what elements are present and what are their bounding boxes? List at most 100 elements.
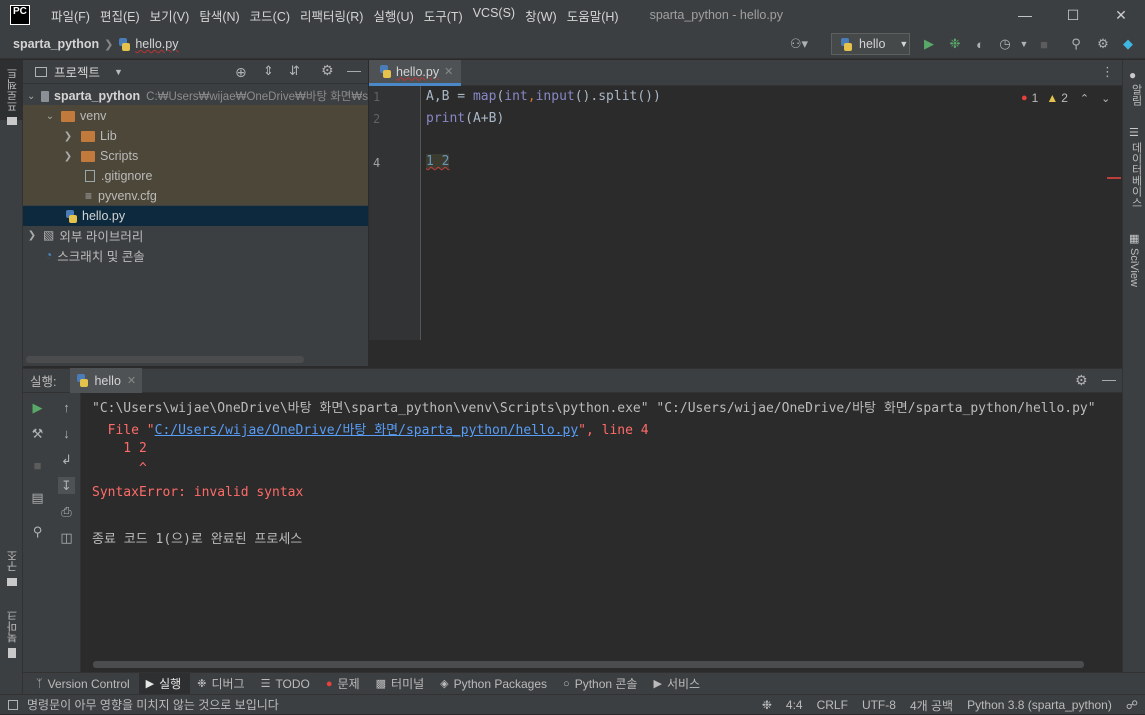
run-tab-hello[interactable]: hello ✕	[70, 368, 143, 393]
pin-icon[interactable]: ⚲	[29, 523, 46, 540]
run-console-output[interactable]: "C:\Users\wijae\OneDrive\바탕 화면\sparta_py…	[81, 393, 1122, 673]
stop-icon[interactable]: ■	[1036, 36, 1052, 52]
edit-config-wrench-icon[interactable]: ⚒	[29, 425, 46, 442]
tree-item-scratches[interactable]: ◔ 스크래치 및 콘솔	[23, 245, 368, 265]
tool-tab-version-control[interactable]: ᛉ Version Control	[29, 673, 139, 695]
soft-wrap-icon[interactable]: ↲	[58, 451, 75, 468]
line-separator[interactable]: CRLF	[810, 698, 855, 712]
trash-icon[interactable]: ◫	[58, 529, 75, 546]
more-run-chevron-icon[interactable]: ▼	[1016, 36, 1032, 52]
layout-icon[interactable]: ▤	[29, 489, 46, 506]
expand-all-icon[interactable]: ⇕	[263, 63, 274, 79]
menu-file[interactable]: 파일(F)	[46, 6, 95, 25]
tree-item-project-root[interactable]: ⌄ sparta_python C:₩Users₩wijae₩OneDrive₩…	[23, 86, 368, 106]
scroll-up-icon[interactable]: ↑	[58, 399, 75, 416]
debug-icon[interactable]: ❉	[947, 36, 963, 52]
inspection-widget[interactable]: ● 1 ▲ 2 ⌃ ⌄	[1021, 91, 1110, 105]
stripe-database-tab[interactable]: 데이터베이스	[1128, 142, 1144, 208]
stripe-project-tab[interactable]: 프로젝트	[5, 68, 21, 112]
maximize-icon[interactable]: ☐	[1049, 0, 1097, 30]
tree-label: venv	[80, 109, 107, 123]
minimize-icon[interactable]: —	[1001, 0, 1049, 30]
jetbrains-toolbox-icon[interactable]: ◆	[1120, 36, 1136, 52]
status-toggle-icon[interactable]	[8, 699, 18, 710]
close-tab-icon[interactable]: ✕	[444, 65, 453, 78]
run-icon[interactable]: ▶	[921, 36, 937, 52]
tool-tab-terminal[interactable]: ▩ 터미널	[369, 673, 434, 695]
menu-window[interactable]: 창(W)	[520, 6, 562, 25]
tree-item-scripts[interactable]: ❯ Scripts	[23, 146, 368, 166]
tool-tab-debug[interactable]: ❉ 디버그	[190, 673, 253, 695]
console-horizontal-scrollbar[interactable]	[93, 661, 1084, 668]
inspection-widget-icon[interactable]: ❉	[755, 698, 779, 712]
traceback-file-link[interactable]: C:/Users/wijae/OneDrive/바탕 화면/sparta_pyt…	[155, 423, 579, 438]
user-icon[interactable]: ⚇▾	[788, 36, 810, 52]
tree-item-lib[interactable]: ❯ Lib	[23, 126, 368, 146]
previous-highlight-icon[interactable]: ⌃	[1080, 92, 1089, 105]
menu-tools[interactable]: 도구(T)	[419, 6, 468, 25]
menu-run[interactable]: 실행(U)	[368, 6, 418, 25]
chevron-down-icon[interactable]: ⌄	[27, 91, 35, 102]
menu-view[interactable]: 보기(V)	[145, 6, 195, 25]
project-horizontal-scrollbar[interactable]	[26, 356, 304, 363]
collapse-all-icon[interactable]: ⇵	[289, 63, 300, 79]
stripe-notifications-tab[interactable]: 알림	[1128, 84, 1144, 106]
tool-tab-problems[interactable]: ● 문제	[319, 673, 369, 695]
stripe-sciview-tab[interactable]: SciView	[1128, 248, 1140, 287]
chevron-right-icon[interactable]: ❯	[27, 230, 37, 241]
menu-edit[interactable]: 편집(E)	[95, 6, 145, 25]
indent-setting[interactable]: 4개 공백	[903, 697, 960, 714]
menu-refactor[interactable]: 리팩터링(R)	[295, 6, 368, 25]
tool-tab-services[interactable]: ▶ 서비스	[646, 673, 709, 695]
chevron-right-icon[interactable]: ❯	[63, 131, 73, 142]
rerun-icon[interactable]: ▶	[29, 399, 46, 416]
tree-item-hello-py[interactable]: hello.py	[23, 206, 368, 226]
tool-tab-run[interactable]: ▶ 실행	[138, 672, 191, 695]
tool-tab-python-console[interactable]: ○ Python 콘솔	[556, 673, 646, 695]
close-tab-icon[interactable]: ✕	[127, 374, 136, 387]
panel-settings-gear-icon[interactable]: ⚙	[321, 62, 334, 79]
chevron-down-icon[interactable]: ⌄	[45, 111, 55, 122]
scroll-to-end-icon[interactable]: ↧	[58, 477, 75, 494]
notification-bell-icon[interactable]: ●	[1129, 68, 1136, 82]
menu-navigate[interactable]: 탐색(N)	[194, 6, 244, 25]
tool-tab-todo[interactable]: ☰ TODO	[254, 673, 319, 695]
error-stripe-mark[interactable]	[1107, 177, 1121, 179]
menu-code[interactable]: 코드(C)	[245, 6, 295, 25]
coverage-icon[interactable]: ◐	[972, 36, 988, 52]
tree-item-pyvenv-cfg[interactable]: ≡ pyvenv.cfg	[23, 186, 368, 206]
stop-icon[interactable]: ■	[29, 457, 46, 474]
next-highlight-icon[interactable]: ⌄	[1101, 92, 1110, 105]
settings-gear-icon[interactable]: ⚙	[1095, 36, 1111, 52]
close-icon[interactable]: ✕	[1097, 0, 1145, 30]
tool-tab-python-packages[interactable]: ◈ Python Packages	[433, 673, 556, 695]
stripe-bookmarks-tab[interactable]: 북마크	[5, 610, 21, 643]
hide-panel-icon[interactable]: —	[347, 62, 361, 78]
editor-tab-hello-py[interactable]: hello.py ✕	[369, 60, 461, 86]
tab-options-icon[interactable]: ⋮	[1101, 64, 1114, 80]
chevron-down-icon[interactable]: ▼	[114, 67, 123, 77]
stripe-structure-tab[interactable]: 구조	[5, 550, 21, 572]
chevron-right-icon[interactable]: ❯	[63, 151, 73, 162]
search-icon[interactable]: ⚲	[1068, 36, 1084, 52]
code-editor[interactable]: A,B = map(int,input().split()) print(A+B…	[421, 86, 1122, 340]
scroll-down-icon[interactable]: ↓	[58, 425, 75, 442]
locate-icon[interactable]: ⊕	[235, 64, 247, 81]
run-config-selector[interactable]: hello ▼	[831, 33, 910, 55]
breadcrumb-file[interactable]: hello.py	[135, 37, 178, 51]
print-icon[interactable]: ⎙	[58, 503, 75, 520]
breadcrumb-project[interactable]: sparta_python	[13, 37, 99, 51]
profile-icon[interactable]: ◷	[997, 36, 1013, 52]
tree-item-venv[interactable]: ⌄ venv	[23, 106, 368, 126]
lock-icon[interactable]: ☍	[1119, 698, 1145, 712]
run-settings-gear-icon[interactable]: ⚙	[1075, 372, 1088, 389]
menu-help[interactable]: 도움말(H)	[562, 6, 624, 25]
menu-vcs[interactable]: VCS(S)	[468, 6, 520, 25]
caret-position[interactable]: 4:4	[779, 698, 810, 712]
python-interpreter[interactable]: Python 3.8 (sparta_python)	[960, 698, 1119, 712]
file-encoding[interactable]: UTF-8	[855, 698, 903, 712]
hide-run-panel-icon[interactable]: —	[1102, 371, 1116, 387]
project-panel-title[interactable]: 프로젝트	[54, 62, 100, 81]
tree-item-gitignore[interactable]: .gitignore	[23, 166, 368, 186]
tree-item-external-libraries[interactable]: ❯ ▧ 외부 라이브러리	[23, 225, 368, 245]
